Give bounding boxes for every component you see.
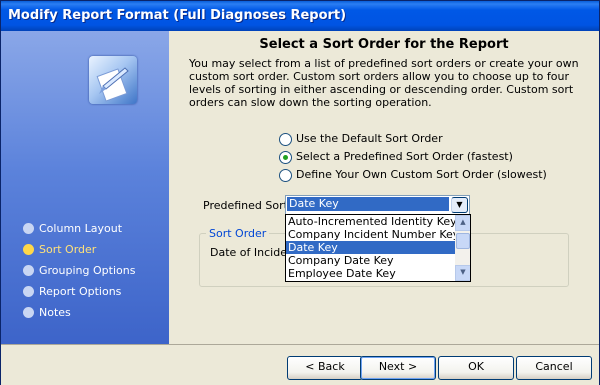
selected-value: Date Key: [287, 197, 449, 211]
ok-button[interactable]: OK: [438, 356, 514, 380]
radio-label: Define Your Own Custom Sort Order (slowe…: [296, 168, 547, 181]
description-text: You may select from a list of predefined…: [189, 57, 579, 109]
list-item[interactable]: Auto-Incremented Identity Key: [286, 215, 457, 228]
step-label: Column Layout: [39, 222, 123, 235]
next-button[interactable]: Next >: [360, 356, 436, 380]
title-bar: Modify Report Format (Full Diagnoses Rep…: [1, 1, 599, 31]
radio-label: Use the Default Sort Order: [296, 132, 443, 145]
group-legend: Sort Order: [206, 227, 270, 240]
scroll-up-icon[interactable]: ▲: [455, 215, 470, 231]
radio-button[interactable]: [279, 133, 292, 146]
list-item[interactable]: Date Key: [286, 241, 456, 254]
step-bullet-icon: [23, 307, 34, 318]
step-bullet-icon: [23, 286, 34, 297]
step-bullet-icon: [23, 265, 34, 276]
scrollbar[interactable]: ▲ ▼: [455, 215, 470, 281]
step-label: Sort Order: [39, 243, 97, 256]
radio-label: Select a Predefined Sort Order (fastest): [296, 150, 513, 163]
main-panel: Select a Sort Order for the Report You m…: [169, 31, 599, 344]
button-bar: < Back Next > OK Cancel: [1, 344, 599, 385]
window-title: Modify Report Format (Full Diagnoses Rep…: [8, 8, 347, 23]
scroll-down-icon[interactable]: ▼: [455, 265, 470, 281]
step-label: Notes: [39, 306, 71, 319]
predefined-sort-select[interactable]: Date Key ▼: [285, 195, 470, 215]
sidebar: Column Layout Sort Order Grouping Option…: [1, 31, 169, 344]
wizard-window: Modify Report Format (Full Diagnoses Rep…: [0, 0, 600, 385]
step-label: Grouping Options: [39, 264, 136, 277]
cancel-button[interactable]: Cancel: [516, 356, 592, 380]
list-item[interactable]: Employee Date Key: [286, 267, 456, 280]
predefined-sort-label: Predefined Sort:: [203, 199, 292, 212]
radio-button[interactable]: [279, 151, 292, 164]
chevron-down-icon[interactable]: ▼: [451, 197, 468, 213]
list-item[interactable]: Company Date Key: [286, 254, 456, 267]
step-label: Report Options: [39, 285, 122, 298]
report-logo-icon: [89, 56, 137, 104]
list-item[interactable]: Company Incident Number Key: [286, 228, 459, 241]
step-bullet-icon: [23, 223, 34, 234]
step-bullet-icon: [23, 244, 34, 255]
radio-button[interactable]: [279, 169, 292, 182]
predefined-sort-list[interactable]: Auto-Incremented Identity Key Company In…: [285, 214, 471, 282]
scroll-thumb[interactable]: [456, 233, 470, 249]
page-title: Select a Sort Order for the Report: [259, 37, 509, 52]
back-button[interactable]: < Back: [287, 356, 363, 380]
